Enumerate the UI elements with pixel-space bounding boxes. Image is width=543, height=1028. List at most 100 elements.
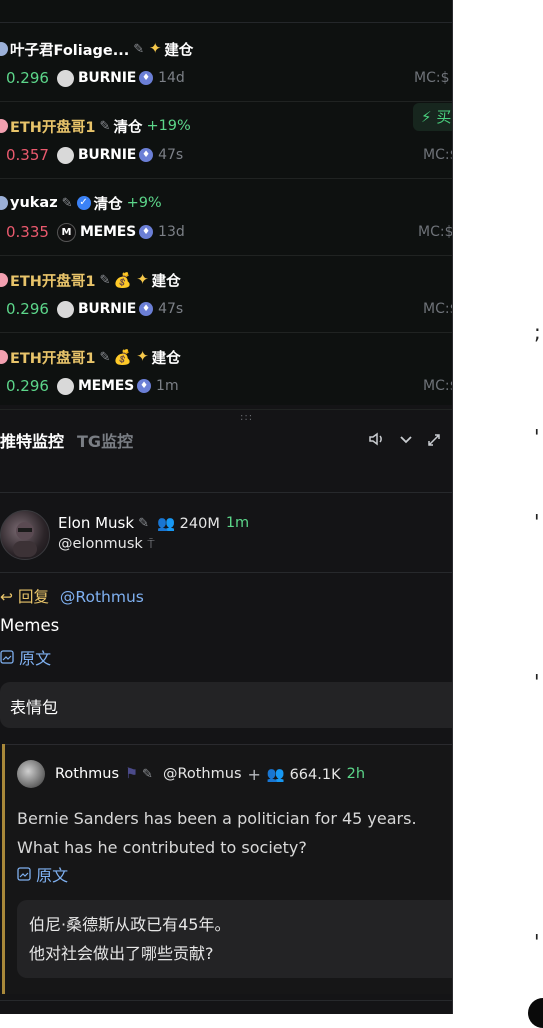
- sparkle-icon: ✦: [136, 272, 149, 288]
- market-cap-label: MC:$: [423, 301, 453, 317]
- monitor-panel: 叶子君Foliage... ✎ ✦ 建仓 0.296 BURNIE ♦ 14d MC:$ ETH开…: [0, 0, 453, 1014]
- trade-action: 清仓: [93, 196, 123, 213]
- trade-price: 0.296: [6, 69, 49, 87]
- trade-price: 0.335: [6, 223, 49, 241]
- post-followers-count: 240M: [179, 515, 220, 532]
- trade-row-details: 0.335 M MEMES ♦ 13d: [0, 221, 185, 243]
- trade-age: 1m: [156, 378, 179, 394]
- edit-icon[interactable]: ✎: [100, 350, 111, 365]
- trade-age: 13d: [158, 224, 185, 240]
- quote-handle[interactable]: @Rothmus: [163, 766, 242, 782]
- token-name[interactable]: BURNIE: [78, 70, 136, 86]
- token-name[interactable]: BURNIE: [78, 147, 136, 163]
- trade-action: 清仓: [113, 119, 143, 136]
- original-text-link[interactable]: 原文: [17, 862, 68, 886]
- flag-icon: ⚑: [125, 766, 139, 782]
- trade-age: 14d: [158, 70, 185, 86]
- trader-name[interactable]: 叶子君Foliage...: [10, 39, 129, 60]
- avatar[interactable]: [0, 42, 8, 56]
- quote-translation-line: 他对社会做出了哪些贡献?: [29, 944, 214, 963]
- tab-tg-monitor[interactable]: TG监控: [77, 428, 133, 452]
- sparkle-icon: ✦: [149, 41, 162, 57]
- translation-box: 表情包: [0, 682, 453, 728]
- trade-pnl: +19%: [146, 118, 191, 134]
- edit-icon[interactable]: ✎: [133, 42, 144, 57]
- background-glyph: ': [534, 510, 540, 534]
- background-glyph: ': [534, 425, 540, 449]
- avatar[interactable]: [0, 350, 8, 364]
- trade-row[interactable]: 叶子君Foliage... ✎ ✦ 建仓 0.296 BURNIE ♦ 14d MC:$: [0, 24, 453, 102]
- divider: [0, 1000, 453, 1001]
- original-text-link[interactable]: 原文: [0, 645, 51, 669]
- background-glyph: ': [534, 930, 540, 954]
- quote-followers: 👥 664.1K: [267, 766, 341, 783]
- trade-row[interactable]: ETH开盘哥1 ✎💰✦建仓 0.296 BURNIE♦ 47s MC:$: [0, 255, 453, 333]
- quote-text-line: What has he contributed to society?: [17, 838, 307, 857]
- quote-text-line: Bernie Sanders has been a politician for…: [17, 809, 417, 828]
- token-avatar: M: [56, 222, 76, 242]
- trader-name[interactable]: ETH开盘哥1: [10, 116, 96, 137]
- people-icon: 👥: [266, 766, 285, 783]
- trade-action: 建仓: [151, 350, 181, 367]
- post-text: Memes: [0, 616, 60, 635]
- trade-feed: 叶子君Foliage... ✎ ✦ 建仓 0.296 BURNIE ♦ 14d MC:$ ETH开…: [0, 0, 453, 410]
- trade-row[interactable]: ETH开盘哥1 ✎💰✦建仓 0.296 MEMES♦ 1m MC:$: [0, 332, 453, 410]
- quick-buy-button[interactable]: ⚡ 买: [413, 103, 453, 131]
- post-author-name[interactable]: Elon Musk: [58, 514, 134, 532]
- trader-name[interactable]: yukaz: [10, 195, 58, 211]
- token-name[interactable]: MEMES: [78, 378, 134, 394]
- trade-action: 建仓: [164, 42, 194, 59]
- trade-row[interactable]: yukaz ✎ ✓ 清仓 +9% 0.335 M MEMES ♦ 13d MC:$: [0, 178, 453, 256]
- lightning-icon: ⚡: [421, 108, 432, 126]
- tab-twitter-monitor[interactable]: 推特监控: [0, 428, 64, 452]
- market-cap-label: MC:$: [418, 224, 453, 240]
- edit-icon[interactable]: ✎: [138, 516, 149, 531]
- market-cap: MC:$: [423, 298, 453, 320]
- quoted-post[interactable]: Rothmus ⚑ ✎ @Rothmus + 👥 664.1K 2h Berni…: [2, 744, 453, 994]
- follow-plus-icon[interactable]: +: [248, 765, 261, 784]
- verified-icon: ✓: [76, 196, 91, 210]
- token-name[interactable]: MEMES: [80, 224, 136, 240]
- quote-translation-box: 伯尼·桑德斯从政已有45年。 他对社会做出了哪些贡献?: [17, 900, 453, 978]
- avatar[interactable]: [0, 273, 8, 287]
- trade-row-details: 0.357 BURNIE ♦ 47s: [0, 144, 183, 166]
- edit-icon[interactable]: ✎: [100, 119, 111, 134]
- avatar[interactable]: [17, 760, 45, 788]
- trader-name[interactable]: ETH开盘哥1: [10, 270, 96, 291]
- eth-icon: ♦: [139, 225, 154, 239]
- post-time: 1m: [225, 515, 250, 531]
- quote-author-name[interactable]: Rothmus: [55, 766, 119, 782]
- token-name[interactable]: BURNIE: [78, 301, 136, 317]
- background-page: [453, 0, 543, 1014]
- chevron-down-icon[interactable]: [398, 430, 414, 452]
- edit-icon[interactable]: ✎: [100, 273, 111, 288]
- reply-handle-link[interactable]: @Rothmus: [60, 588, 144, 606]
- avatar[interactable]: [0, 510, 50, 560]
- trade-row[interactable]: ETH开盘哥1 ✎清仓+19% 0.357 BURNIE♦ 47s MC:$: [0, 101, 453, 179]
- pin-icon: ⍑: [147, 537, 155, 551]
- edit-icon[interactable]: ✎: [142, 767, 153, 782]
- money-bag-icon: 💰: [113, 272, 132, 289]
- original-text-label: 原文: [19, 649, 52, 668]
- market-cap-label: MC:$: [423, 147, 453, 163]
- post-followers: 👥 240M: [157, 515, 220, 532]
- trade-pnl: +9%: [126, 195, 162, 211]
- post-handle[interactable]: @elonmusk: [58, 536, 143, 552]
- reply-arrow-icon: ↩: [0, 588, 13, 606]
- edit-icon[interactable]: ✎: [62, 196, 73, 211]
- speaker-icon[interactable]: [368, 430, 386, 452]
- trade-row-header: yukaz ✎ ✓ 清仓 +9%: [0, 192, 162, 214]
- trade-age: 47s: [158, 301, 184, 317]
- token-avatar: [56, 300, 74, 318]
- eth-icon: ♦: [139, 71, 154, 85]
- avatar[interactable]: [0, 119, 8, 133]
- trade-action: 建仓: [151, 273, 181, 290]
- trade-price: 0.357: [6, 146, 49, 164]
- avatar[interactable]: [0, 196, 8, 210]
- trader-name[interactable]: ETH开盘哥1: [10, 347, 96, 368]
- resize-handle[interactable]: :::: [240, 412, 253, 423]
- market-cap: MC:$: [414, 67, 449, 89]
- expand-icon[interactable]: [426, 430, 442, 452]
- divider: [0, 492, 453, 493]
- market-cap: MC:$: [423, 375, 453, 397]
